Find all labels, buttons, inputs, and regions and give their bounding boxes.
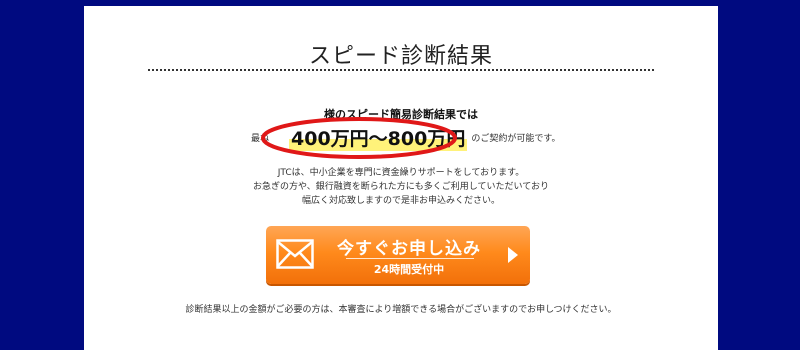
button-divider xyxy=(346,258,474,259)
result-amount: 400万円〜800万円 xyxy=(289,123,468,151)
result-amount-line: 最ね 400万円〜800万円 のご契約が可能です。 xyxy=(251,122,560,152)
description-line: 幅広く対応致しますので是非お申込みください。 xyxy=(301,196,500,206)
content-panel: スピード診断結果 様のスピード簡易診断結果では 最ね 400万円〜800万円 の… xyxy=(84,6,718,350)
amount-prefix: 最ね xyxy=(251,133,270,144)
description-line: お急ぎの方や、銀行融資を断られた方にも多くご利用していただいており xyxy=(253,182,549,192)
description-block: JTCは、中小企業を専門に資金繰りサポートをしております。 お急ぎの方や、銀行融… xyxy=(84,166,718,208)
apply-now-sublabel: 24時間受付中 xyxy=(373,263,445,276)
apply-now-label: 今すぐお申し込み xyxy=(337,239,481,259)
amount-suffix: のご契約が可能です。 xyxy=(471,133,561,144)
page-title: スピード診断結果 xyxy=(308,44,493,69)
mail-icon xyxy=(276,239,314,269)
result-heading: 様のスピード簡易診断結果では xyxy=(324,108,478,121)
apply-now-button[interactable]: 今すぐお申し込み 24時間受付中 xyxy=(266,226,530,284)
description-line: JTCは、中小企業を専門に資金繰りサポートをしております。 xyxy=(277,168,525,178)
chevron-right-icon xyxy=(508,247,518,263)
footnote: 診断結果以上の金額がご必要の方は、本審査により増額できる場合がございますのでお申… xyxy=(185,305,617,315)
title-divider xyxy=(148,69,654,71)
